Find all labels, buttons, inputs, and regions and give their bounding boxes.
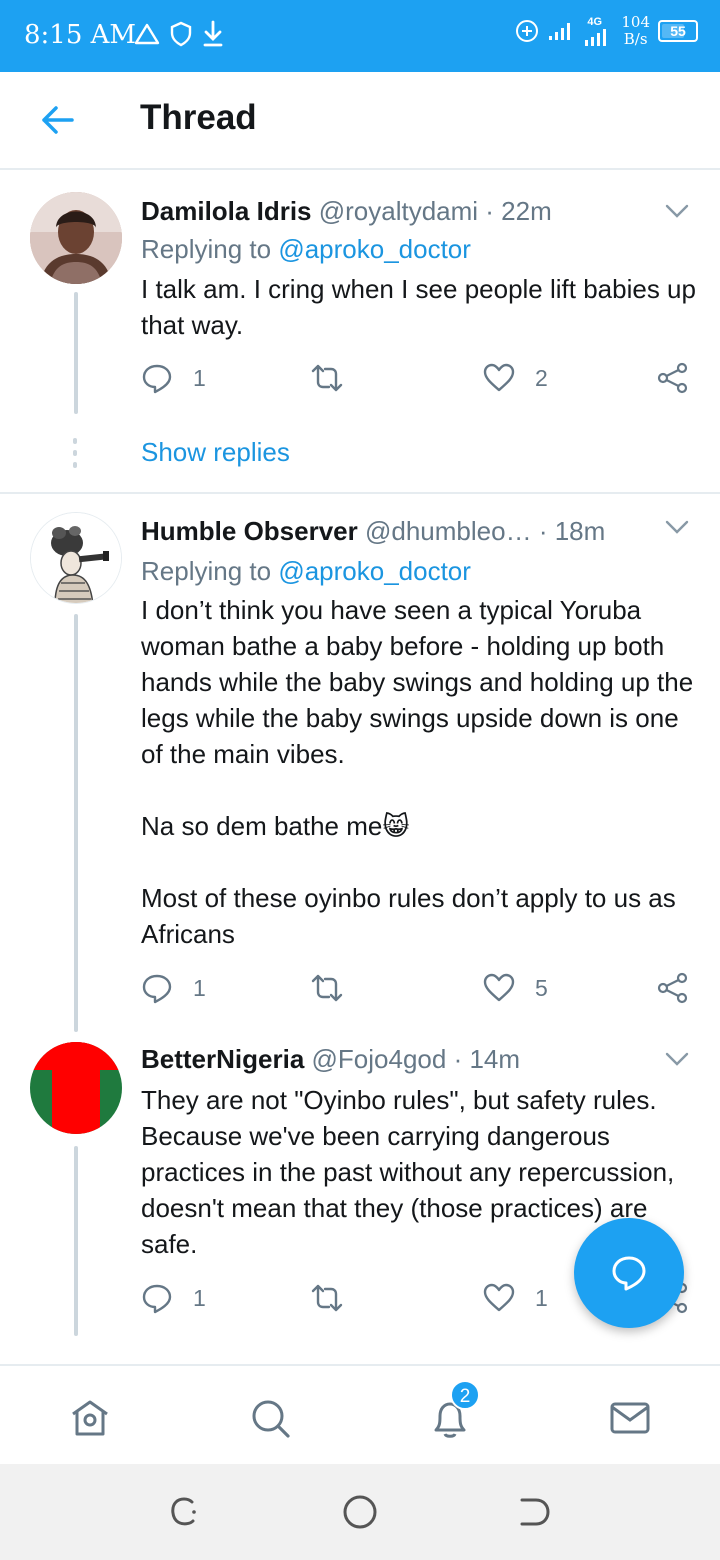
heart-icon xyxy=(483,973,515,1002)
like-count: 1 xyxy=(535,1284,548,1311)
tweet-header: Damilola Idris @royaltydami · 22m xyxy=(141,196,552,227)
status-right-icons: 4G 104 B/s 55 xyxy=(515,14,698,48)
heart-icon xyxy=(483,363,515,392)
status-notification-icons xyxy=(134,20,224,48)
thread-header: Thread xyxy=(0,72,720,170)
tweet-text: I don’t think you have seen a typical Yo… xyxy=(141,595,694,949)
reply-icon xyxy=(142,364,172,394)
signal-4g-icon: 4G xyxy=(583,16,613,46)
like-button[interactable]: 5 xyxy=(483,972,548,1004)
download-icon xyxy=(203,20,223,47)
status-bar: 8:15 AM 4G 104 B/s 55 xyxy=(0,0,720,72)
home-icon[interactable] xyxy=(68,1396,112,1440)
avatar[interactable] xyxy=(30,512,122,604)
chevron-down-icon[interactable] xyxy=(664,1046,690,1072)
tweet-actions: 1 2 xyxy=(141,362,701,398)
share-icon xyxy=(657,972,688,1004)
system-navigation-bar xyxy=(0,1464,720,1560)
reply-count: 1 xyxy=(193,364,206,391)
reply-count: 1 xyxy=(193,1284,206,1311)
like-count: 2 xyxy=(535,364,548,391)
display-name[interactable]: Damilola Idris xyxy=(141,196,312,226)
tweet-time: · 22m xyxy=(485,196,552,226)
data-saver-icon xyxy=(516,20,539,42)
reply-button[interactable]: 1 xyxy=(141,362,206,394)
retweet-button[interactable] xyxy=(311,362,343,394)
tweet-damilola[interactable]: Damilola Idris @royaltydami · 22m Replyi… xyxy=(0,172,720,494)
tweet-actions: 1 5 xyxy=(141,972,701,1008)
messages-icon[interactable] xyxy=(608,1396,652,1440)
page-title: Thread xyxy=(140,98,257,137)
recent-apps-icon[interactable] xyxy=(166,1494,202,1530)
display-name[interactable]: BetterNigeria xyxy=(141,1044,304,1074)
user-handle[interactable]: @Fojo4god xyxy=(312,1044,447,1074)
retweet-icon xyxy=(311,974,343,1002)
replying-to-handle[interactable]: @aproko_doctor xyxy=(278,556,471,586)
back-arrow-icon[interactable] xyxy=(36,98,80,142)
replying-to-handle[interactable]: @aproko_doctor xyxy=(278,234,471,264)
thread-dots xyxy=(73,438,79,474)
chevron-down-icon[interactable] xyxy=(664,198,690,224)
tweet-humble-observer[interactable]: Humble Observer @dhumbleo… · 18m Replyin… xyxy=(0,494,720,1032)
back-icon[interactable] xyxy=(516,1494,552,1530)
like-count: 5 xyxy=(535,974,548,1001)
reply-icon xyxy=(142,974,172,1004)
status-time: 8:15 AM xyxy=(24,20,137,50)
signal-icon xyxy=(549,23,571,40)
tweet-time: · 18m xyxy=(538,516,606,546)
heart-icon xyxy=(483,1283,515,1312)
show-replies-link[interactable]: Show replies xyxy=(141,437,290,468)
thread-line xyxy=(74,1146,78,1336)
home-circle-icon[interactable] xyxy=(342,1494,378,1530)
display-name[interactable]: Humble Observer xyxy=(141,516,358,546)
like-button[interactable]: 1 xyxy=(483,1282,548,1314)
search-icon[interactable] xyxy=(248,1396,292,1440)
user-handle[interactable]: @dhumbleo… xyxy=(365,516,532,546)
notifications-badge: 2 xyxy=(450,1380,480,1410)
thread-line xyxy=(74,614,78,1032)
reply-button[interactable]: 1 xyxy=(141,972,206,1004)
tweet-header: Humble Observer @dhumbleo… · 18m xyxy=(141,516,605,547)
reply-bubble-icon xyxy=(612,1256,646,1291)
warning-icon xyxy=(134,23,160,45)
retweet-icon xyxy=(311,364,343,392)
reply-icon xyxy=(142,1284,172,1314)
like-button[interactable]: 2 xyxy=(483,362,548,394)
retweet-button[interactable] xyxy=(311,1282,343,1314)
chevron-down-icon[interactable] xyxy=(664,514,690,540)
shield-icon xyxy=(170,21,192,47)
share-button[interactable] xyxy=(657,972,689,1004)
retweet-icon xyxy=(311,1284,343,1312)
reply-count: 1 xyxy=(193,974,206,1001)
avatar[interactable] xyxy=(30,192,122,284)
user-handle[interactable]: @royaltydami xyxy=(319,196,478,226)
avatar[interactable] xyxy=(30,1042,122,1134)
reply-button[interactable]: 1 xyxy=(141,1282,206,1314)
replying-to: Replying to @aproko_doctor xyxy=(141,556,471,586)
tweet-header: BetterNigeria @Fojo4god · 14m xyxy=(141,1044,520,1075)
bottom-navigation: 2 xyxy=(0,1364,720,1464)
replying-to: Replying to @aproko_doctor xyxy=(141,234,471,264)
thread-line xyxy=(74,292,78,414)
battery-icon: 55 xyxy=(658,20,698,42)
compose-reply-button[interactable] xyxy=(574,1218,684,1328)
tweet-time: · 14m xyxy=(453,1044,521,1074)
share-button[interactable] xyxy=(657,362,689,394)
retweet-button[interactable] xyxy=(311,972,343,1004)
tweet-text: I talk am. I cring when I see people lif… xyxy=(141,274,704,340)
network-speed: 104 B/s xyxy=(621,13,650,48)
share-icon xyxy=(657,362,688,394)
